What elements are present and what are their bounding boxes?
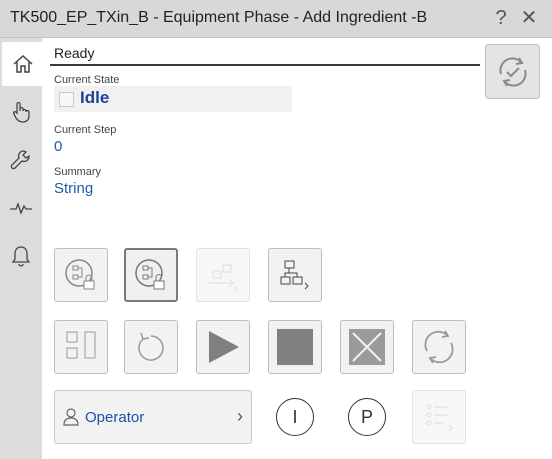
phase-transfer-button[interactable]	[196, 248, 250, 302]
heartbeat-icon	[10, 202, 32, 215]
start-button[interactable]	[196, 320, 250, 374]
nav-trend[interactable]	[0, 186, 42, 230]
nav-alarms[interactable]	[0, 234, 42, 278]
play-icon	[209, 331, 239, 363]
hold-button[interactable]	[54, 320, 108, 374]
wrench-icon	[10, 150, 30, 170]
operator-label: Operator	[85, 409, 145, 426]
nav-wrench[interactable]	[0, 138, 42, 182]
mode-p-button[interactable]: P	[348, 398, 386, 436]
bell-icon	[11, 246, 31, 267]
state-checkbox	[59, 92, 74, 107]
chevron-right-icon: ›	[237, 406, 243, 426]
operator-button[interactable]: Operator ›	[54, 390, 252, 444]
current-step-value: 0	[54, 138, 63, 155]
mode-i-button[interactable]: I	[276, 398, 314, 436]
phase-unlocked-icon	[135, 259, 165, 290]
hold-icon	[66, 331, 96, 359]
current-step-label: Current Step	[54, 124, 117, 136]
summary-value: String	[54, 180, 94, 197]
refresh-check-icon	[498, 56, 527, 87]
window-title: TK500_EP_TXin_B - Equipment Phase - Add …	[10, 9, 428, 26]
abort-button[interactable]	[340, 320, 394, 374]
current-state-label: Current State	[54, 74, 120, 86]
stop-icon	[277, 329, 313, 365]
nav-home[interactable]	[2, 42, 44, 86]
phase-locked-icon	[65, 259, 95, 290]
left-nav	[0, 38, 44, 459]
abort-icon	[349, 329, 385, 365]
current-state-box: Idle	[54, 86, 292, 112]
hierarchy-button[interactable]	[268, 248, 322, 302]
stop-button[interactable]	[268, 320, 322, 374]
mode-i-label: I	[292, 406, 298, 427]
restart-icon	[138, 332, 164, 361]
transfer-icon	[209, 264, 238, 292]
hierarchy-icon	[280, 260, 309, 290]
parameters-button[interactable]	[412, 390, 466, 444]
reset-button[interactable]	[412, 320, 466, 374]
status-bar: Ready	[50, 45, 480, 66]
reset-icon	[424, 330, 454, 364]
refresh-button[interactable]	[485, 44, 540, 99]
home-icon	[13, 54, 33, 73]
help-button[interactable]: ?	[490, 6, 512, 30]
close-button[interactable]: ✕	[518, 6, 540, 30]
hand-pointer-icon	[12, 101, 30, 123]
title-bar: TK500_EP_TXin_B - Equipment Phase - Add …	[0, 0, 552, 38]
acquire-lock-button[interactable]	[54, 248, 108, 302]
current-state-value: Idle	[80, 88, 110, 107]
parameter-list-icon	[426, 404, 453, 432]
user-icon	[63, 408, 79, 426]
status-text: Ready	[54, 45, 95, 61]
release-lock-button[interactable]	[124, 248, 178, 302]
restart-button[interactable]	[124, 320, 178, 374]
summary-label: Summary	[54, 166, 102, 178]
nav-hand[interactable]	[0, 90, 42, 134]
main-panel: Ready Current State Idle Current Step 0 …	[42, 38, 552, 459]
mode-p-label: P	[360, 406, 373, 427]
